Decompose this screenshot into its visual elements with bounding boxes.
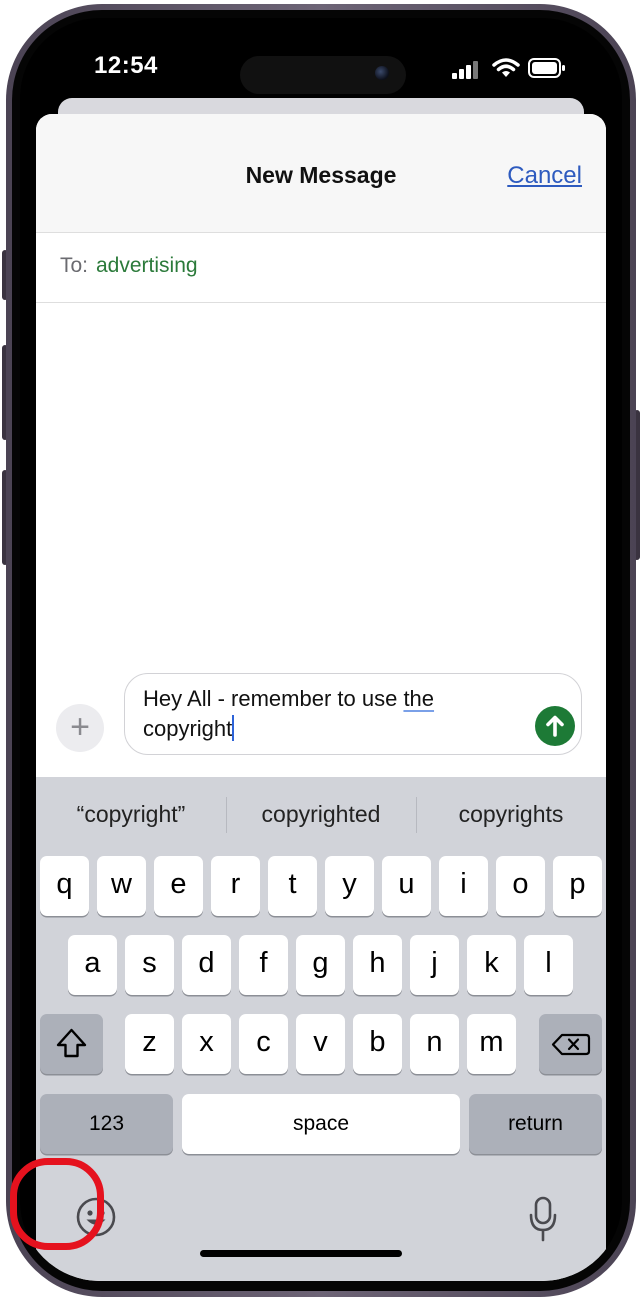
key-c[interactable]: c bbox=[239, 1014, 288, 1074]
key-q[interactable]: q bbox=[40, 856, 89, 916]
key-y[interactable]: y bbox=[325, 856, 374, 916]
camera-icon bbox=[375, 66, 389, 80]
suggestion-2[interactable]: copyrighted bbox=[226, 777, 416, 851]
message-line-2: copyright bbox=[143, 716, 233, 741]
key-u[interactable]: u bbox=[382, 856, 431, 916]
key-s[interactable]: s bbox=[125, 935, 174, 995]
key-m[interactable]: m bbox=[467, 1014, 516, 1074]
cancel-button[interactable]: Cancel bbox=[507, 162, 582, 190]
message-line-1: Hey All - remember to use bbox=[143, 686, 404, 711]
status-time: 12:54 bbox=[94, 52, 158, 79]
key-v[interactable]: v bbox=[296, 1014, 345, 1074]
key-o[interactable]: o bbox=[496, 856, 545, 916]
space-key[interactable]: space bbox=[182, 1094, 460, 1154]
key-d[interactable]: d bbox=[182, 935, 231, 995]
key-x[interactable]: x bbox=[182, 1014, 231, 1074]
suggestion-3[interactable]: copyrights bbox=[416, 777, 606, 851]
recipient-token[interactable]: advertising bbox=[96, 254, 198, 278]
key-p[interactable]: p bbox=[553, 856, 602, 916]
home-indicator[interactable] bbox=[200, 1250, 402, 1257]
key-a[interactable]: a bbox=[68, 935, 117, 995]
autocorrect-underlined-word[interactable]: the bbox=[403, 686, 434, 711]
recipient-label: To: bbox=[60, 254, 89, 277]
shift-icon bbox=[56, 1028, 87, 1058]
backspace-icon bbox=[551, 1033, 591, 1056]
add-attachment-button[interactable]: + bbox=[56, 704, 104, 752]
key-j[interactable]: j bbox=[410, 935, 459, 995]
highlight-ring bbox=[10, 1158, 104, 1250]
plus-icon: + bbox=[70, 708, 90, 746]
numbers-key[interactable]: 123 bbox=[40, 1094, 173, 1154]
phone-screen: 12:54 New Message Cancel To: advertising… bbox=[20, 18, 622, 1281]
return-key[interactable]: return bbox=[469, 1094, 602, 1154]
key-l[interactable]: l bbox=[524, 935, 573, 995]
wifi-icon bbox=[492, 58, 520, 77]
key-f[interactable]: f bbox=[239, 935, 288, 995]
backspace-key[interactable] bbox=[539, 1014, 602, 1074]
new-message-sheet: New Message Cancel To: advertising + Hey… bbox=[36, 114, 606, 1281]
key-r[interactable]: r bbox=[211, 856, 260, 916]
text-cursor bbox=[232, 715, 235, 741]
recipient-field[interactable]: To: advertising bbox=[36, 232, 606, 303]
suggestion-1[interactable]: “copyright” bbox=[36, 777, 226, 851]
message-text: Hey All - remember to use the copyright bbox=[143, 684, 523, 744]
microphone-icon[interactable] bbox=[526, 1195, 560, 1243]
navigation-bar: New Message Cancel bbox=[36, 114, 606, 233]
key-g[interactable]: g bbox=[296, 935, 345, 995]
message-input[interactable]: Hey All - remember to use the copyright bbox=[124, 673, 582, 755]
key-e[interactable]: e bbox=[154, 856, 203, 916]
key-n[interactable]: n bbox=[410, 1014, 459, 1074]
send-button[interactable] bbox=[535, 706, 575, 746]
send-arrow-icon bbox=[546, 715, 564, 737]
keyboard: “copyright” copyrighted copyrights qwert… bbox=[36, 777, 606, 1281]
key-b[interactable]: b bbox=[353, 1014, 402, 1074]
key-k[interactable]: k bbox=[467, 935, 516, 995]
signal-icon bbox=[452, 61, 478, 79]
shift-key[interactable] bbox=[40, 1014, 103, 1074]
key-i[interactable]: i bbox=[439, 856, 488, 916]
key-z[interactable]: z bbox=[125, 1014, 174, 1074]
key-h[interactable]: h bbox=[353, 935, 402, 995]
key-w[interactable]: w bbox=[97, 856, 146, 916]
battery-icon bbox=[528, 58, 565, 78]
key-t[interactable]: t bbox=[268, 856, 317, 916]
